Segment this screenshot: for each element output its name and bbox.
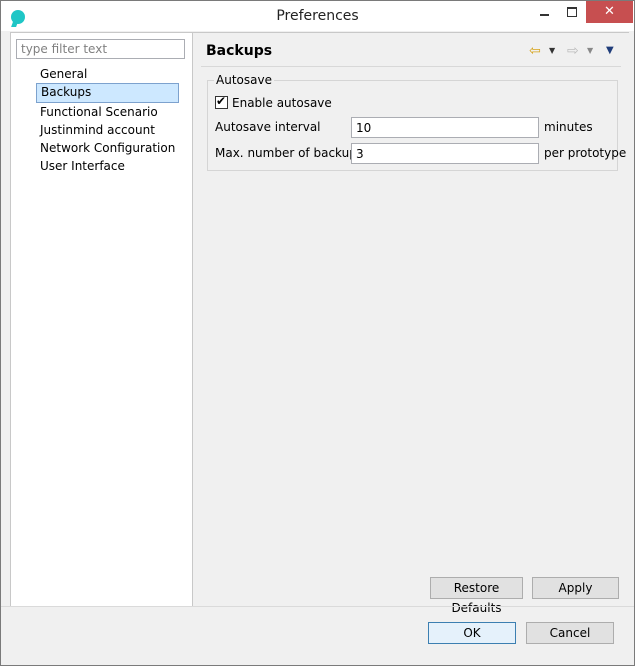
minimize-button[interactable] bbox=[530, 1, 558, 23]
page-navigation: ⇦ ▼ ⇨ ▼ ▼ bbox=[529, 43, 625, 59]
filter-input[interactable] bbox=[16, 39, 185, 59]
restore-defaults-button[interactable]: Restore Defaults bbox=[430, 577, 523, 615]
forward-history-dropdown-icon[interactable]: ▼ bbox=[587, 43, 593, 59]
enable-autosave-checkbox-row[interactable]: Enable autosave bbox=[215, 93, 332, 111]
tree-item-user-interface[interactable]: User Interface bbox=[36, 157, 179, 175]
footer-divider bbox=[1, 606, 634, 607]
autosave-interval-input[interactable] bbox=[351, 117, 539, 138]
view-menu-icon[interactable]: ▼ bbox=[606, 43, 614, 59]
preferences-tree: General Backups Functional Scenario Just… bbox=[36, 65, 180, 175]
forward-arrow-icon[interactable]: ⇨ bbox=[567, 43, 579, 59]
back-arrow-icon[interactable]: ⇦ bbox=[529, 43, 541, 59]
maximize-button[interactable] bbox=[558, 1, 586, 23]
minimize-icon bbox=[539, 13, 549, 16]
apply-button[interactable]: Apply bbox=[532, 577, 619, 599]
tree-item-network-configuration[interactable]: Network Configuration bbox=[36, 139, 179, 157]
close-button[interactable]: ✕ bbox=[586, 1, 633, 23]
close-icon: ✕ bbox=[604, 4, 615, 19]
maximize-icon bbox=[567, 6, 577, 17]
enable-autosave-label: Enable autosave bbox=[232, 96, 332, 110]
autosave-legend: Autosave bbox=[214, 73, 274, 87]
header-divider bbox=[201, 66, 621, 67]
preferences-window: Preferences ✕ General Backups Functional… bbox=[0, 0, 635, 666]
tree-item-backups[interactable]: Backups bbox=[36, 83, 180, 103]
title-bar[interactable]: Preferences ✕ bbox=[1, 1, 634, 31]
tree-item-functional-scenario[interactable]: Functional Scenario bbox=[36, 103, 179, 121]
preference-page: Backups ⇦ ▼ ⇨ ▼ ▼ Autosave Enable autosa… bbox=[192, 32, 629, 615]
preferences-sidebar: General Backups Functional Scenario Just… bbox=[10, 32, 193, 607]
tree-item-general[interactable]: General bbox=[36, 65, 179, 83]
cancel-button[interactable]: Cancel bbox=[526, 622, 614, 644]
max-backups-label: Max. number of backups bbox=[215, 146, 364, 160]
back-history-dropdown-icon[interactable]: ▼ bbox=[549, 43, 555, 59]
autosave-interval-unit: minutes bbox=[544, 120, 593, 134]
max-backups-unit: per prototype bbox=[544, 146, 627, 160]
enable-autosave-checkbox[interactable] bbox=[215, 93, 228, 109]
page-title: Backups bbox=[206, 43, 273, 59]
autosave-group: Autosave Enable autosave Autosave interv… bbox=[207, 73, 626, 171]
tree-item-justinmind-account[interactable]: Justinmind account bbox=[36, 121, 179, 139]
max-backups-input[interactable] bbox=[351, 143, 539, 164]
autosave-interval-label: Autosave interval bbox=[215, 120, 321, 134]
ok-button[interactable]: OK bbox=[428, 622, 516, 644]
